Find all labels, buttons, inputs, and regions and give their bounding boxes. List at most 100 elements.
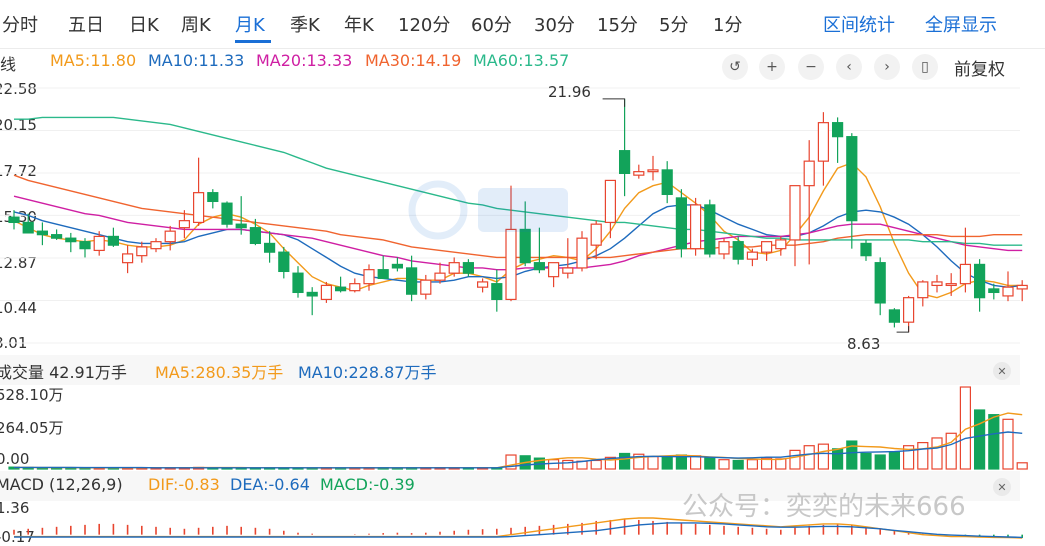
candle-body [448, 262, 460, 274]
candle-body [860, 242, 872, 257]
volume-bar [732, 459, 744, 470]
zoom-out-icon[interactable]: − [798, 54, 824, 80]
candle-body [320, 284, 332, 301]
low-price-label: 8.63 [847, 335, 881, 353]
candle-body [349, 283, 361, 292]
candle-body [888, 309, 901, 323]
candle-body [420, 279, 432, 295]
volume-bar [775, 458, 787, 470]
candle-body [264, 242, 276, 253]
period-tab-bar: 分时 五日 日K 周K 月K 季K 年K 120分 60分 30分 15分 5分 1分 区间统计 全屏显… [0, 0, 1045, 49]
adjust-mode-selector[interactable]: 前复权 [954, 55, 1005, 80]
candle-body [406, 267, 418, 295]
tab-6[interactable]: 年K [344, 11, 374, 37]
volume-bar [846, 440, 858, 470]
candle-body [65, 237, 77, 243]
candle-body [988, 288, 1000, 294]
tab-0[interactable]: 分时 [2, 11, 38, 37]
active-tab-underline [235, 40, 271, 43]
scroll-right-icon[interactable]: › [874, 54, 900, 80]
candle-body [136, 246, 148, 257]
candle-body [760, 241, 773, 253]
ma-legend-label: 均线 [0, 55, 17, 74]
tab-7[interactable]: 120分 [398, 11, 450, 37]
macd-legend-item: DEA:-0.64 [230, 475, 310, 494]
candle-body [335, 286, 347, 292]
volume-bar [973, 409, 986, 470]
candle-body [746, 251, 759, 260]
volume-bar [689, 455, 702, 470]
candle-body [675, 197, 688, 250]
candle-body [831, 122, 844, 138]
candle-body [292, 272, 304, 294]
volume-bar [831, 448, 844, 470]
volume-bar [917, 442, 929, 470]
tab-2[interactable]: 日K [129, 11, 159, 37]
candle-body [178, 220, 190, 229]
candle-body [150, 241, 162, 250]
zoom-in-icon[interactable]: + [759, 54, 785, 80]
tab-9[interactable]: 30分 [534, 11, 575, 37]
candle-body [973, 263, 986, 299]
candle-body [704, 204, 716, 255]
candle-body [917, 281, 929, 299]
volume-bar [874, 454, 886, 470]
volume-bar [817, 443, 830, 470]
candle-body [278, 251, 290, 273]
candle-body [8, 216, 20, 224]
candle-body [576, 237, 588, 269]
candle-body [235, 223, 247, 229]
candle-body [547, 262, 560, 278]
close-volume-panel-icon[interactable]: ✕ [993, 362, 1011, 380]
volume-legend-item: MA5:280.35万手 [155, 363, 284, 382]
candle-body [1002, 286, 1014, 297]
volume-bar [647, 455, 659, 470]
candle-body [22, 221, 34, 234]
candle-body [604, 179, 617, 224]
tab-12[interactable]: 1分 [713, 11, 742, 37]
volume-bar [860, 452, 872, 470]
candle-body [249, 227, 261, 245]
fullscreen-link[interactable]: 全屏显示 [925, 11, 997, 37]
candle-body [434, 272, 446, 281]
candle-body [732, 241, 744, 260]
volume-chart [8, 386, 1028, 470]
range-stats-link[interactable]: 区间统计 [823, 11, 895, 37]
candle-body [789, 185, 801, 241]
candle-body [164, 230, 176, 243]
macd-dea-line [14, 522, 1023, 539]
tab-1[interactable]: 五日 [68, 11, 104, 37]
volume-bar [1016, 462, 1028, 470]
volume-bar [988, 414, 1000, 470]
candle-body [121, 253, 134, 264]
wechat-watermark: 公众号：奕奕的未来666 [682, 492, 966, 522]
tab-10[interactable]: 15分 [597, 11, 638, 37]
ma-legend-item: MA20:13.33 [256, 51, 353, 70]
tab-3[interactable]: 周K [181, 11, 211, 37]
macd-legend-item: DIF:-0.83 [148, 475, 220, 494]
scroll-left-icon[interactable]: ‹ [836, 54, 862, 80]
macd-legend-item: MACD (12,26,9) [0, 475, 123, 494]
tab-4[interactable]: 月K [235, 11, 265, 37]
reset-icon[interactable]: ↺ [722, 54, 748, 80]
candle-body [36, 230, 49, 236]
candle-body [874, 262, 886, 304]
volume-bar [704, 457, 716, 470]
candle-body [462, 262, 474, 274]
candle-body [718, 241, 730, 255]
tab-11[interactable]: 5分 [659, 11, 688, 37]
tab-8[interactable]: 60分 [471, 11, 512, 37]
high-price-label: 21.96 [548, 83, 591, 101]
volume-legend-band [0, 355, 1020, 385]
macd-legend-item: MACD:-0.39 [320, 475, 415, 494]
tab-5[interactable]: 季K [290, 11, 320, 37]
volume-bar [803, 445, 815, 470]
high-marker-line [602, 98, 626, 107]
volume-bar [718, 459, 730, 470]
candle-body [221, 202, 233, 225]
close-macd-panel-icon[interactable]: ✕ [993, 478, 1011, 496]
candle-body [363, 269, 375, 285]
candle-body [633, 171, 645, 176]
volume-bar [888, 451, 901, 470]
candle-type-icon[interactable]: ▯ [912, 54, 938, 80]
